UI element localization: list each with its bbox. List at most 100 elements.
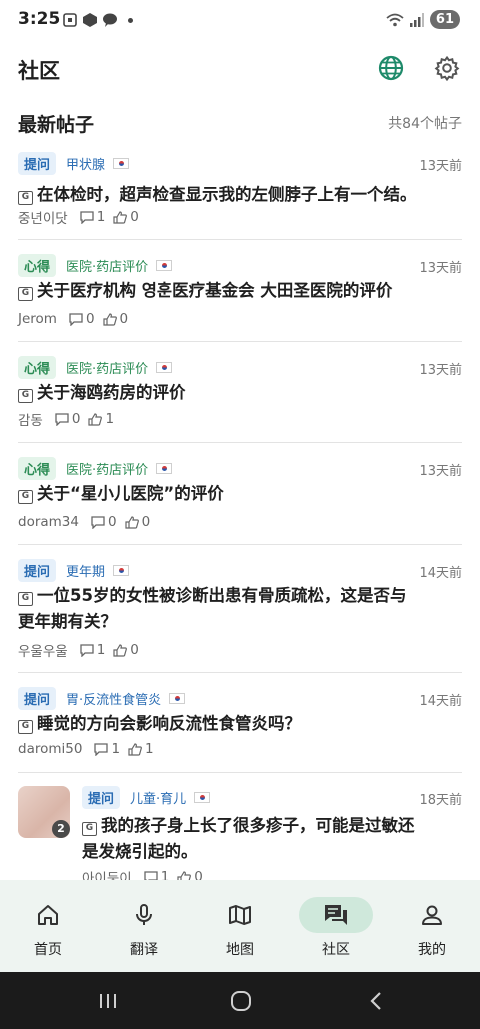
nav-map[interactable]: 地图: [192, 880, 288, 972]
post-title[interactable]: G 睡觉的方向会影响反流性食管炎吗？: [18, 711, 462, 737]
post-item[interactable]: 提问 甲状腺 13天前 G 在体检时，超声检查显示我的左侧脖子上有一个结。 중년이…: [18, 151, 462, 240]
post-type-badge: 心得: [18, 253, 57, 277]
comment-icon: [55, 412, 69, 426]
post-item[interactable]: 心得 医院·药店评价 13天前 G 关于医疗机构 영훈医疗基金会 大田圣医院的评价…: [18, 253, 462, 342]
post-title-text: 关于医疗机构 영훈医疗基金会 大田圣医院的评价: [37, 281, 393, 300]
translate-icon: G: [18, 287, 33, 301]
status-right: 61: [386, 10, 460, 29]
comment-count-value: 0: [85, 311, 95, 327]
post-time: 13天前: [419, 261, 462, 276]
post-meta: doram34 0 0: [18, 513, 158, 531]
post-meta: 우울우울 1 0: [18, 641, 147, 660]
post-title-text-line2: 更年期有关？: [18, 612, 117, 631]
post-thumbnail[interactable]: 2: [18, 786, 70, 838]
translate-icon: G: [18, 720, 33, 734]
post-item[interactable]: 提问 更年期 14天前 G 一位55岁的女性被诊断出患有骨质疏松，这是否与 更年期…: [18, 558, 462, 673]
post-title[interactable]: G 我的孩子身上长了很多疹子，可能是过敏还 是发烧引起的。: [82, 813, 462, 865]
post-title[interactable]: G 关于医疗机构 영훈医疗基金会 大田圣医院的评价: [18, 278, 462, 304]
thumbs-up-icon: [128, 742, 142, 756]
comment-count: 0: [69, 311, 95, 327]
settings-button[interactable]: [429, 50, 465, 86]
thumbs-up-icon: [124, 515, 139, 529]
system-navigation-bar: [0, 972, 480, 1029]
post-meta: Jerom 0 0: [18, 310, 136, 328]
post-author: daromi50: [18, 741, 83, 757]
status-bar: 3:25 61: [0, 0, 480, 42]
person-icon: [422, 905, 442, 925]
post-meta: 중년이닷 1 0: [18, 208, 147, 227]
korea-flag-icon: [113, 564, 130, 576]
post-title[interactable]: G 关于海鸥药房的评价: [18, 380, 462, 406]
post-count: 共84个帖子: [388, 116, 462, 132]
globe-icon: [378, 55, 404, 81]
language-button[interactable]: [373, 50, 409, 86]
post-title[interactable]: G 关于“星小儿医院”的评价: [18, 481, 462, 507]
post-category[interactable]: 胃·反流性食管炎: [66, 689, 161, 708]
nav-icon-container: [203, 897, 277, 933]
nav-icon-container: [395, 897, 469, 933]
post-category[interactable]: 更年期: [66, 561, 105, 580]
post-category[interactable]: 甲状腺: [66, 154, 105, 173]
home-circle-icon: [231, 991, 251, 1011]
korea-flag-icon: [194, 791, 211, 803]
post-author: doram34: [18, 514, 79, 530]
section-title: 最新帖子: [18, 114, 95, 136]
post-category[interactable]: 医院·药店评价: [66, 459, 148, 478]
mic-icon: [136, 904, 152, 925]
post-category[interactable]: 医院·药店评价: [66, 256, 148, 275]
post-meta: daromi50 1 1: [18, 740, 162, 758]
thumbs-up-icon: [113, 643, 128, 657]
home-system-button[interactable]: [229, 990, 253, 1012]
comment-icon: [91, 515, 105, 529]
nav-label: 我的: [418, 942, 446, 958]
nav-community[interactable]: 社区: [288, 880, 384, 972]
post-item[interactable]: 2 提问 儿童·育儿 18天前 G 我的孩子身上长了很多疹子，可能是过敏还 是发烧…: [18, 785, 462, 887]
app-header: 社区: [0, 44, 480, 92]
screenshot-icon: [63, 13, 77, 27]
post-category[interactable]: 医院·药店评价: [66, 358, 148, 377]
wifi-icon: [386, 13, 404, 26]
like-count: 1: [88, 411, 114, 427]
post-category[interactable]: 儿童·育儿: [130, 788, 186, 807]
comment-count-value: 1: [96, 209, 106, 225]
post-item[interactable]: 提问 胃·反流性食管炎 14天前 G 睡觉的方向会影响反流性食管炎吗？ darom…: [18, 686, 462, 773]
nav-icon-container: [107, 897, 181, 933]
post-item[interactable]: 心得 医院·药店评价 13天前 G 关于“星小儿医院”的评价 doram34 0 …: [18, 456, 462, 545]
post-title-text: 关于海鸥药房的评价: [37, 383, 186, 402]
recent-apps-button[interactable]: [96, 990, 120, 1012]
comment-icon: [80, 210, 94, 224]
post-time: 13天前: [419, 464, 462, 479]
bottom-navigation: 首页 翻译 地图 社区 我的: [0, 880, 480, 972]
nav-label: 翻译: [130, 942, 158, 958]
post-tags: 提问 儿童·育儿: [82, 785, 211, 809]
status-time: 3:25: [18, 9, 61, 29]
nav-translate[interactable]: 翻译: [96, 880, 192, 972]
comment-count: 0: [55, 411, 80, 427]
post-tags: 提问 甲状腺: [18, 151, 130, 175]
signal-icon: [409, 12, 424, 27]
comment-count-value: 1: [96, 642, 106, 658]
like-count: 0: [124, 514, 151, 530]
nav-icon-container: [11, 897, 85, 933]
post-type-badge: 提问: [18, 151, 57, 175]
post-author: Jerom: [18, 311, 57, 327]
nav-home[interactable]: 首页: [0, 880, 96, 972]
post-title[interactable]: G 一位55岁的女性被诊断出患有骨质疏松，这是否与 更年期有关？: [18, 583, 462, 635]
post-item[interactable]: 心得 医院·药店评价 13天前 G 关于海鸥药房的评价 감동 0 1: [18, 355, 462, 443]
map-icon: [229, 905, 251, 925]
thumbs-up-icon: [102, 312, 117, 326]
post-title-text: 关于“星小儿医院”的评价: [37, 484, 224, 503]
comment-count: 1: [94, 741, 120, 757]
notification-icons: [62, 12, 133, 28]
nav-profile[interactable]: 我的: [384, 880, 480, 972]
nav-label: 地图: [226, 942, 254, 958]
translate-icon: G: [18, 389, 33, 403]
like-count-value: 0: [141, 514, 151, 530]
back-button[interactable]: [364, 990, 388, 1012]
talk-icon: [103, 13, 117, 27]
post-type-badge: 心得: [18, 355, 57, 379]
post-tags: 心得 医院·药店评价: [18, 456, 173, 480]
like-count: 0: [113, 642, 139, 658]
post-title[interactable]: G 在体检时，超声检查显示我的左侧脖子上有一个结。: [18, 182, 462, 208]
post-time: 13天前: [419, 363, 462, 378]
